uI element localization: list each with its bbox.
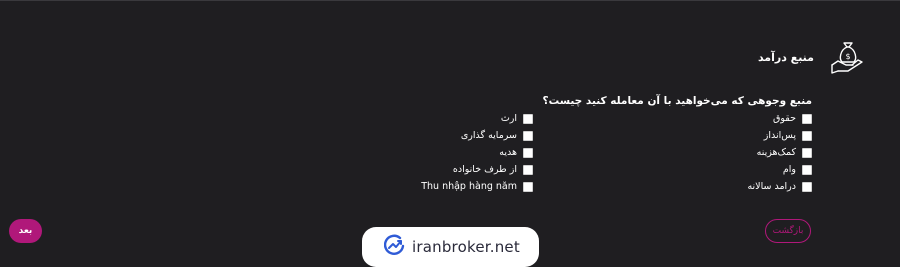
brand-badge[interactable]: iranbroker.net	[362, 227, 539, 267]
option-inheritance[interactable]: ارث	[421, 112, 533, 125]
option-label: سرمایه گذاری	[460, 130, 517, 141]
checkbox[interactable]	[523, 147, 533, 158]
option-label: حقوق	[773, 113, 796, 124]
option-gift[interactable]: هدیه	[421, 146, 533, 159]
money-bag-hand-icon: $	[826, 35, 870, 79]
option-label: درامد سالانه	[747, 181, 796, 192]
option-loan[interactable]: وام	[747, 163, 812, 176]
option-label: هدیه	[499, 147, 517, 158]
section-header: $ منبع درآمد	[758, 35, 870, 79]
option-investment[interactable]: سرمایه گذاری	[421, 129, 533, 142]
top-divider	[0, 0, 900, 1]
option-label: ارث	[500, 113, 517, 124]
checkbox[interactable]	[523, 164, 533, 175]
growth-chart-logo-icon	[383, 234, 406, 260]
option-label: پس‌انداز	[763, 130, 796, 141]
option-family[interactable]: از طرف خانواده	[421, 163, 533, 176]
option-label: از طرف خانواده	[452, 164, 517, 175]
checkbox[interactable]	[802, 113, 812, 124]
checkbox[interactable]	[523, 130, 533, 141]
option-label: وام	[782, 164, 796, 175]
next-button[interactable]: بعد	[9, 219, 42, 243]
checkbox[interactable]	[523, 181, 533, 192]
option-label: کمک‌هزینه	[756, 147, 796, 158]
question-label: منبع وجوهی که می‌خواهید با آن معامله کنی…	[542, 95, 812, 107]
brand-name: iranbroker.net	[412, 238, 520, 256]
option-label: Thu nhập hàng năm	[421, 181, 517, 192]
checkbox[interactable]	[802, 181, 812, 192]
options-column-left: ارث سرمایه گذاری هدیه از طرف خانواده Thu…	[421, 112, 533, 193]
option-annual-income-vi[interactable]: Thu nhập hàng năm	[421, 180, 533, 193]
checkbox[interactable]	[802, 164, 812, 175]
back-button[interactable]: بازگشت	[765, 219, 811, 243]
option-annual-income[interactable]: درامد سالانه	[747, 180, 812, 193]
svg-text:$: $	[845, 52, 850, 61]
checkbox[interactable]	[802, 130, 812, 141]
checkbox[interactable]	[802, 147, 812, 158]
option-allowance[interactable]: کمک‌هزینه	[747, 146, 812, 159]
option-savings[interactable]: پس‌انداز	[747, 129, 812, 142]
section-title: منبع درآمد	[757, 50, 814, 64]
option-salary[interactable]: حقوق	[747, 112, 812, 125]
options-column-right: حقوق پس‌انداز کمک‌هزینه وام درامد سالانه	[747, 112, 812, 193]
checkbox[interactable]	[523, 113, 533, 124]
